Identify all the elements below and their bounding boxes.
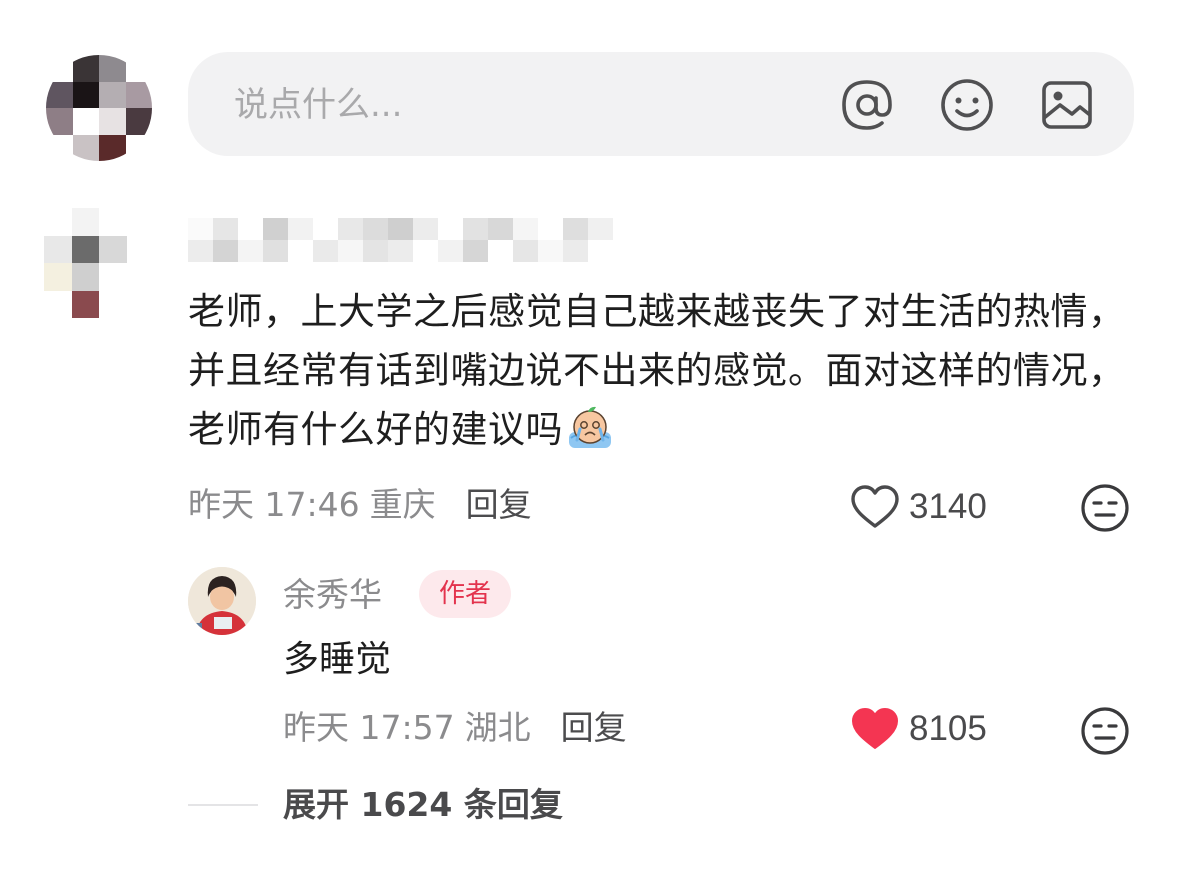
reply-text: 多睡觉 [283,639,392,680]
author-avatar[interactable] [188,567,256,635]
current-user-avatar [46,55,152,161]
comment-like-count: 3140 [909,487,987,526]
comment-location: 重庆 [369,485,436,524]
reply-reply-button[interactable]: 回复 [561,708,627,747]
image-icon[interactable] [1038,76,1096,134]
crying-emoji-icon [565,402,615,452]
author-badge: 作者 [419,570,511,618]
comment-text: 老师，上大学之后感觉自己越来越丧失了对生活的热情，并且经常有话到嘴边说不出来的感… [188,290,1126,451]
comment-reply-button[interactable]: 回复 [466,485,532,524]
comment-composer[interactable] [188,52,1134,156]
reply-meta: 昨天 17:57 湖北 回复 [283,703,627,753]
comment-like-button[interactable]: 3140 [849,482,987,532]
dislike-icon[interactable] [1080,706,1130,756]
commenter-avatar[interactable] [44,208,154,318]
comment-meta: 昨天 17:46 重庆 回复 [188,480,532,530]
expand-replies-button[interactable]: 展开 1624 条回复 [283,780,563,830]
dislike-icon[interactable] [1080,483,1130,533]
at-icon[interactable] [838,76,896,134]
reply-like-button[interactable]: 8105 [849,704,987,754]
comment-body: 老师，上大学之后感觉自己越来越丧失了对生活的热情，并且经常有话到嘴边说不出来的感… [188,282,1133,459]
heart-filled-icon [849,706,901,752]
reply-time: 昨天 17:57 [283,708,455,747]
comment-time: 昨天 17:46 [188,485,360,524]
comment-input[interactable] [234,80,794,130]
heart-outline-icon [849,484,901,530]
commenter-username-pixelated[interactable] [188,218,688,262]
reply-location: 湖北 [464,708,531,747]
emoji-icon[interactable] [938,76,996,134]
author-name[interactable]: 余秀华 [283,570,382,620]
reply-like-count: 8105 [909,709,987,748]
expand-divider [188,804,258,806]
